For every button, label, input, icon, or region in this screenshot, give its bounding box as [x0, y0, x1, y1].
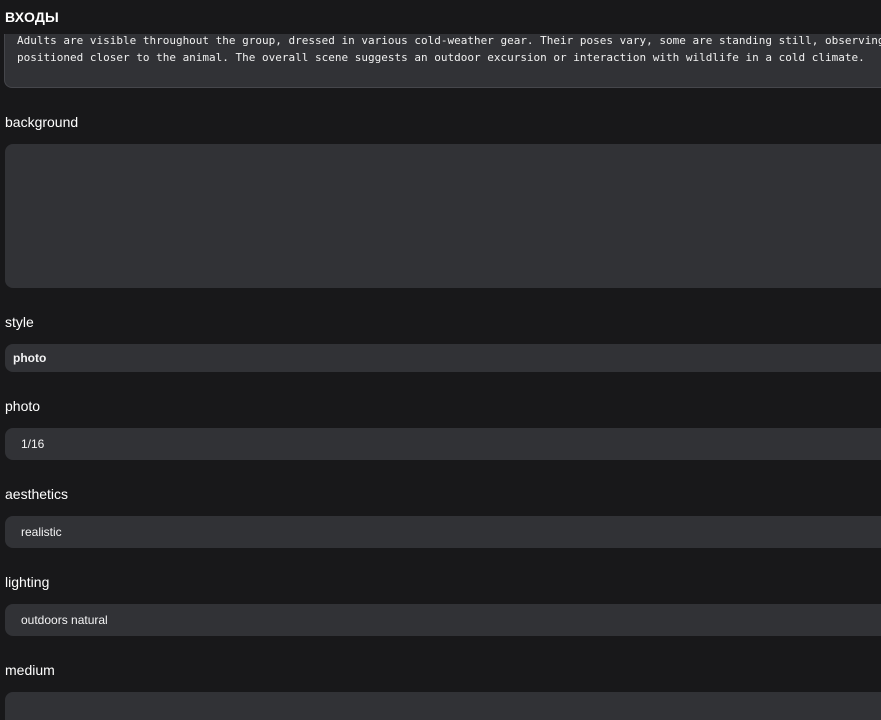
lighting-field[interactable]: outdoors natural — [5, 604, 881, 636]
medium-label: medium — [5, 662, 55, 678]
style-field[interactable]: photo — [5, 344, 881, 372]
description-line: Adults are visible throughout the group,… — [17, 34, 881, 47]
aesthetics-value: realistic — [21, 525, 62, 539]
photo-label: photo — [5, 398, 41, 414]
section-header: ВХОДЫ — [0, 0, 881, 34]
lighting-label: lighting — [5, 574, 50, 590]
photo-field[interactable]: 1/16 — [5, 428, 881, 460]
description-line: positioned closer to the animal. The ove… — [17, 51, 865, 64]
description-text: Adults are visible throughout the group,… — [17, 32, 881, 66]
medium-field[interactable] — [5, 692, 881, 720]
aesthetics-field[interactable]: realistic — [5, 516, 881, 548]
aesthetics-label: aesthetics — [5, 486, 69, 502]
section-title: ВХОДЫ — [5, 9, 59, 25]
inputs-panel: ВХОДЫ Adults are visible throughout the … — [0, 0, 881, 720]
background-textarea[interactable] — [5, 144, 881, 288]
style-value: photo — [13, 351, 47, 365]
background-label: background — [5, 114, 79, 130]
style-label: style — [5, 314, 34, 330]
lighting-value: outdoors natural — [21, 613, 108, 627]
photo-value: 1/16 — [21, 437, 45, 451]
